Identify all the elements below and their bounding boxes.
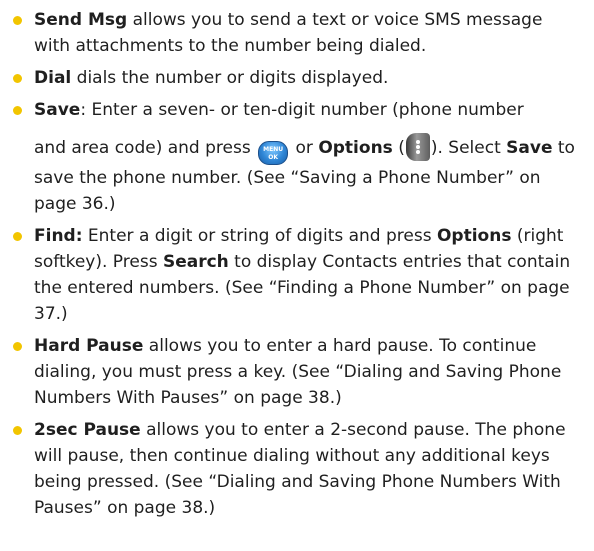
list-item-2sec-pause: 2sec Pause allows you to enter a 2-secon… — [10, 417, 580, 521]
list-item-save: Save: Enter a seven- or ten-digit number… — [10, 97, 580, 217]
description-save-line2a: and area code) and press — [34, 138, 257, 158]
term-save: Save — [34, 100, 81, 120]
bullet-icon — [13, 232, 22, 241]
description-save-line1: : Enter a seven- or ten-digit number (ph… — [80, 100, 524, 120]
term-dial: Dial — [34, 68, 72, 88]
ok-key-label: OK — [268, 154, 278, 161]
save-label: Save — [506, 138, 553, 158]
description-find-part1: Enter a digit or string of digits and pr… — [82, 226, 437, 246]
term-hard-pause: Hard Pause — [34, 336, 144, 356]
menu-key-label: MENU — [263, 146, 284, 153]
bullet-icon — [13, 16, 22, 25]
bullet-icon — [13, 342, 22, 351]
bullet-icon — [13, 426, 22, 435]
bullet-icon — [13, 74, 22, 83]
search-label: Search — [162, 252, 229, 272]
save-instruction-line: and area code) and press MENU OK or Optio… — [34, 133, 552, 165]
term-send-msg: Send Msg — [34, 10, 128, 30]
list-item-hard-pause: Hard Pause allows you to enter a hard pa… — [10, 333, 580, 411]
list-item-dial: Dial dials the number or digits displaye… — [10, 65, 580, 91]
list-item-send-msg: Send Msg allows you to send a text or vo… — [10, 7, 580, 59]
page: Send Msg allows you to send a text or vo… — [0, 0, 594, 551]
description-save-or: or — [290, 138, 319, 158]
options-softkey-icon — [405, 133, 430, 161]
description-save-select: ). Select — [430, 138, 507, 158]
description-dial: dials the number or digits displayed. — [71, 68, 389, 88]
options-list: Send Msg allows you to send a text or vo… — [10, 7, 580, 521]
bullet-icon — [13, 106, 22, 115]
list-item-find: Find: Enter a digit or string of digits … — [10, 223, 580, 327]
term-find: Find: — [34, 226, 83, 246]
menu-ok-key-icon: MENU OK — [258, 141, 289, 165]
options-label: Options — [318, 138, 393, 158]
term-2sec-pause: 2sec Pause — [34, 420, 141, 440]
options-label: Options — [436, 226, 512, 246]
paren-open: ( — [392, 138, 405, 158]
